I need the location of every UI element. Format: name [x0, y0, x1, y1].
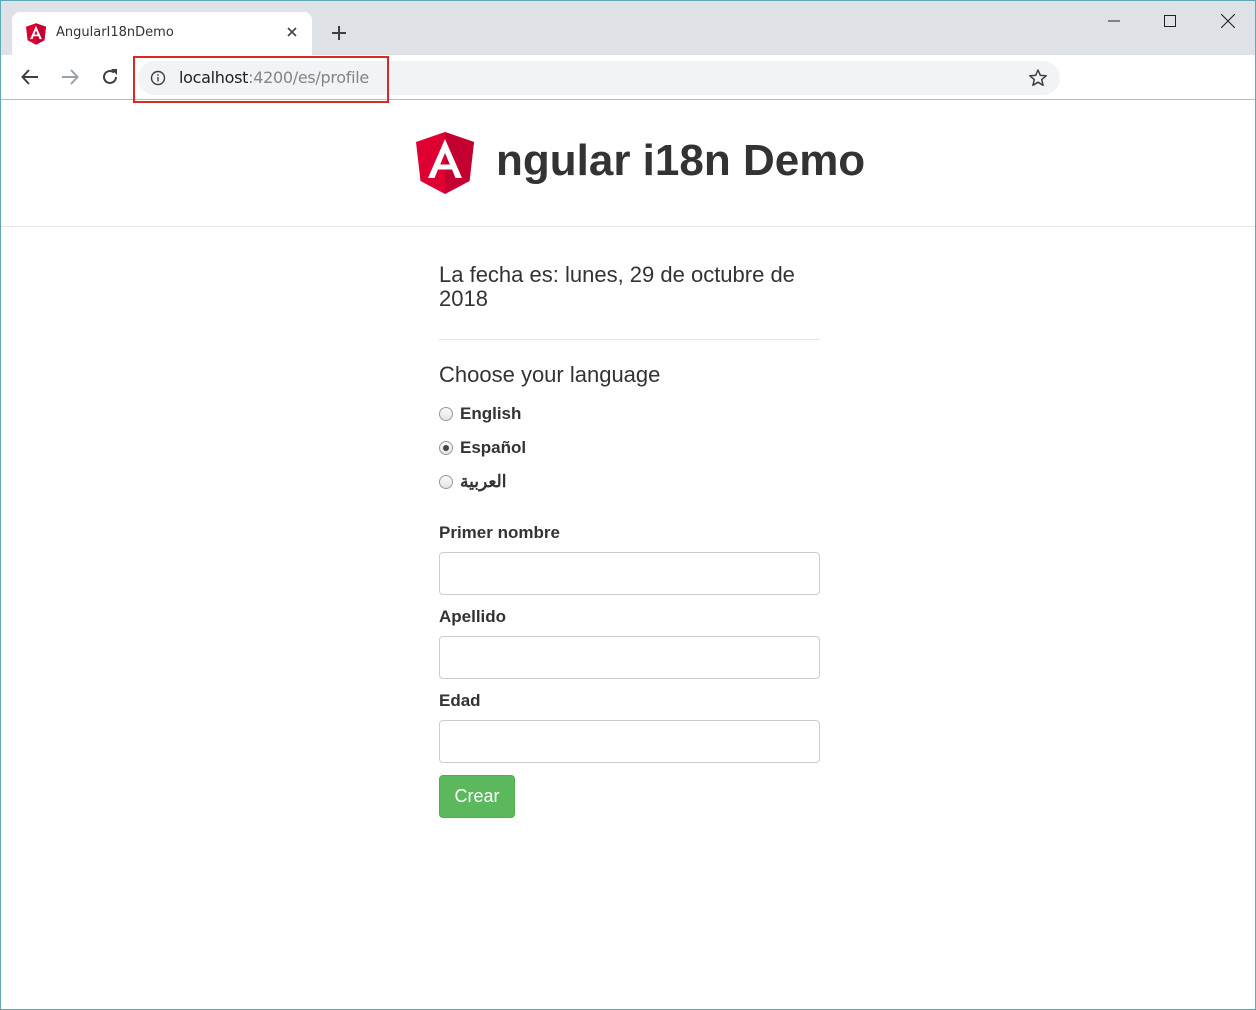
- last-name-label: Apellido: [439, 607, 507, 626]
- forward-arrow-icon[interactable]: [58, 65, 82, 89]
- app-header: ngular i18n Demo: [1, 101, 1255, 227]
- angular-logo-icon: [26, 23, 46, 45]
- browser-window: AngularI18nDemo localhost:4200/es/profil…: [0, 0, 1256, 1010]
- tab-strip: AngularI18nDemo: [1, 1, 1255, 55]
- first-name-label: Primer nombre: [439, 523, 560, 542]
- minimize-icon[interactable]: [1091, 7, 1137, 35]
- language-label-arabic: العربية: [460, 472, 507, 491]
- date-text: La fecha es: lunes, 29 de octubre de 201…: [439, 262, 795, 311]
- radio-espanol[interactable]: [439, 441, 453, 455]
- star-icon[interactable]: [1028, 68, 1048, 88]
- close-icon[interactable]: [284, 24, 300, 40]
- reload-icon[interactable]: [98, 65, 122, 89]
- language-option-espanol[interactable]: Español: [439, 438, 820, 458]
- window-close-icon[interactable]: [1205, 7, 1251, 35]
- radio-arabic[interactable]: [439, 475, 453, 489]
- browser-tab[interactable]: AngularI18nDemo: [12, 12, 312, 55]
- profile-content: La fecha es: lunes, 29 de octubre de 201…: [439, 263, 820, 818]
- divider: [439, 339, 820, 340]
- plus-icon[interactable]: [327, 21, 351, 45]
- angular-logo: [416, 132, 474, 194]
- page-title: ngular i18n Demo: [496, 136, 866, 185]
- radio-english[interactable]: [439, 407, 453, 421]
- language-option-arabic[interactable]: العربية: [439, 472, 820, 492]
- last-name-input[interactable]: [439, 636, 820, 679]
- url-highlight-box: [133, 56, 389, 103]
- maximize-icon[interactable]: [1147, 7, 1193, 35]
- create-button[interactable]: Crear: [439, 775, 515, 818]
- back-arrow-icon[interactable]: [18, 65, 42, 89]
- language-label-espanol: Español: [460, 438, 527, 457]
- language-label-english: English: [460, 404, 522, 423]
- age-input[interactable]: [439, 720, 820, 763]
- first-name-input[interactable]: [439, 552, 820, 595]
- language-heading: Choose your language: [439, 362, 661, 387]
- age-label: Edad: [439, 691, 481, 710]
- language-option-english[interactable]: English: [439, 404, 820, 424]
- tab-title: AngularI18nDemo: [56, 25, 174, 40]
